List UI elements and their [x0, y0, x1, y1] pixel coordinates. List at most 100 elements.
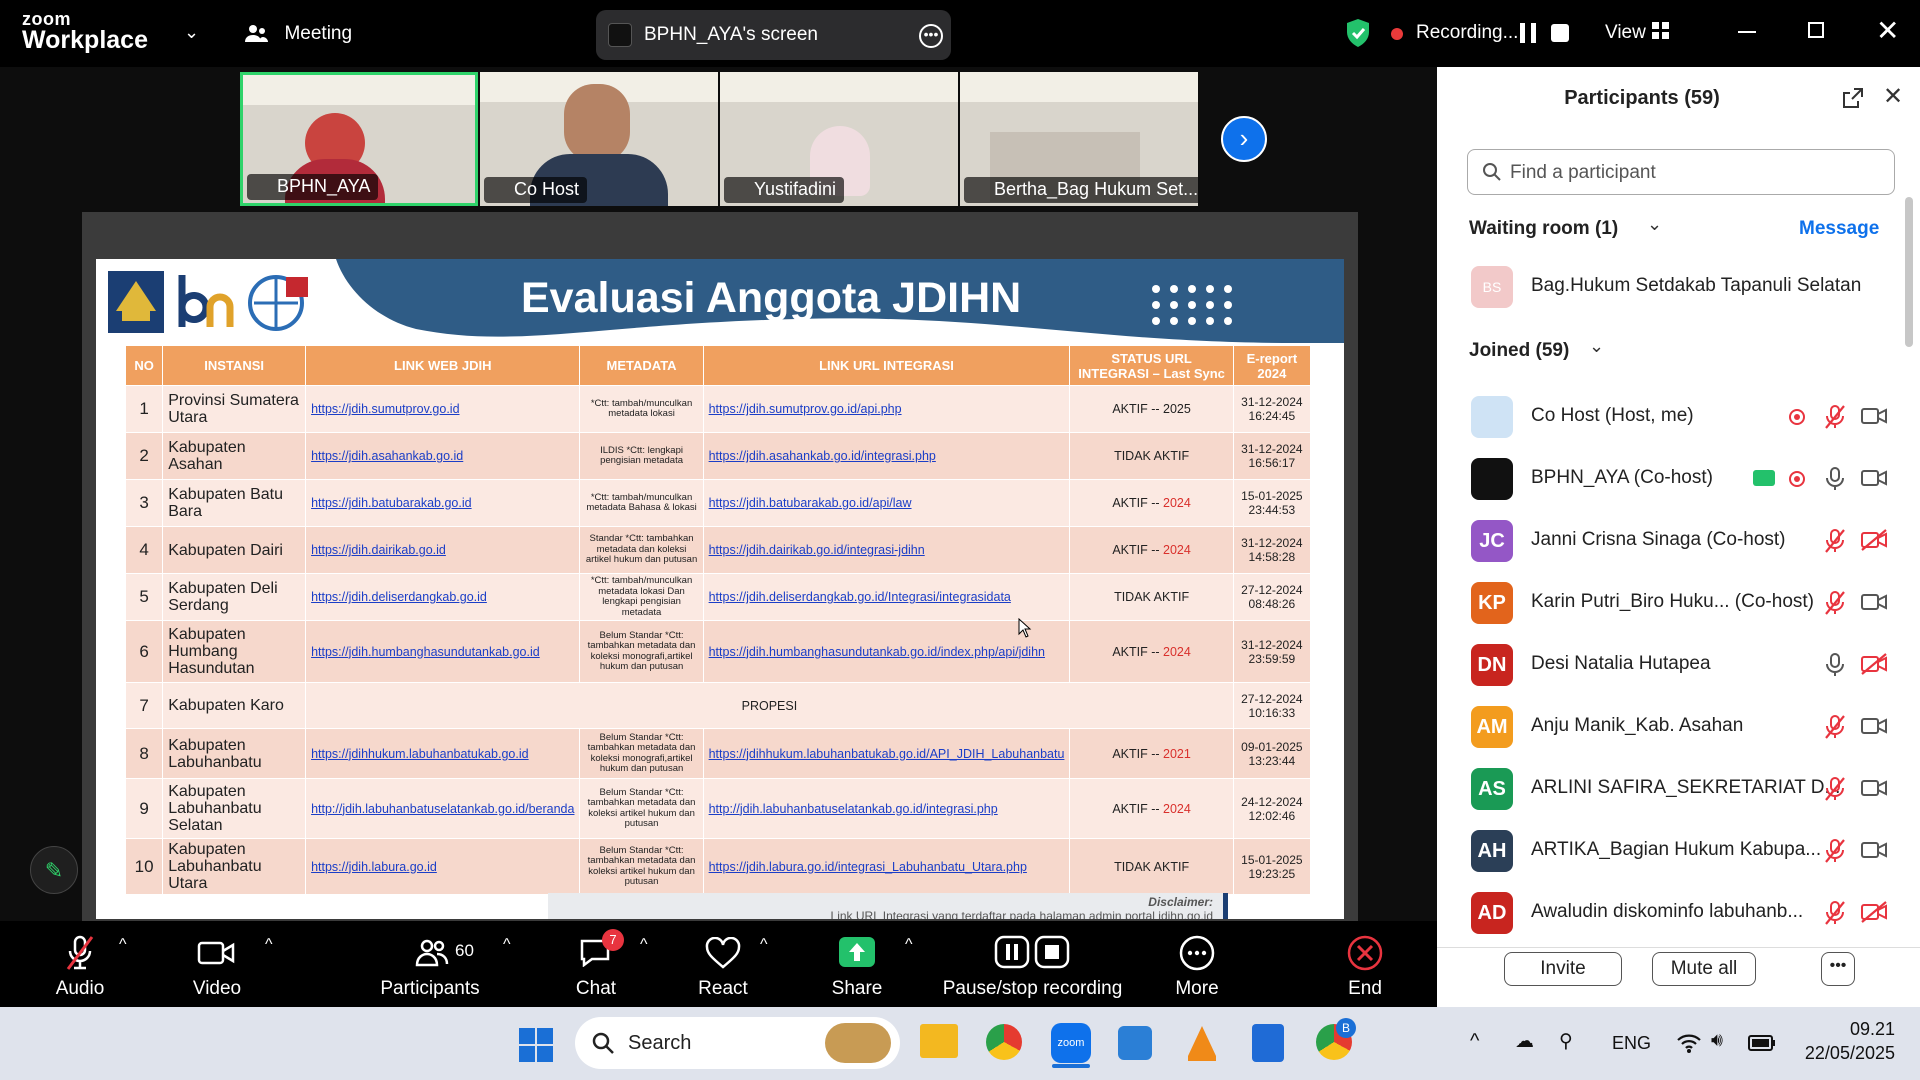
video-thumbnail[interactable]: Bertha_Bag Hukum Set... — [960, 72, 1198, 206]
video-camera-icon[interactable] — [1860, 590, 1888, 614]
end-button[interactable]: End — [1325, 921, 1405, 1007]
waiting-participant-row[interactable]: BS Bag.Hukum Setdakab Tapanuli Selatan — [1437, 256, 1907, 316]
video-camera-icon[interactable] — [1860, 776, 1888, 800]
stop-icon[interactable] — [1551, 24, 1569, 42]
chevron-up-icon[interactable]: ^ — [760, 936, 768, 954]
share-button[interactable]: Share — [817, 921, 897, 1007]
audio-button[interactable]: Audio — [40, 921, 120, 1007]
photos-icon[interactable] — [1118, 1026, 1152, 1060]
file-explorer-icon[interactable] — [920, 1024, 958, 1058]
shield-icon[interactable] — [1345, 18, 1371, 48]
col-header: INSTANSI — [162, 345, 307, 386]
chevron-up-icon[interactable]: ^ — [640, 936, 648, 954]
restore-icon[interactable] — [1808, 22, 1824, 38]
participant-row[interactable]: DN Desi Natalia Hutapea — [1437, 634, 1907, 694]
mic-muted-icon[interactable] — [1824, 590, 1846, 616]
table-row: 5 Kabupaten Deli Serdang https://jdih.de… — [124, 573, 1312, 621]
react-button[interactable]: React — [683, 921, 763, 1007]
video-camera-icon[interactable] — [1860, 404, 1888, 428]
participant-row[interactable]: Co Host (Host, me) — [1437, 386, 1907, 446]
participant-row[interactable]: JC Janni Crisna Sinaga (Co-host) — [1437, 510, 1907, 570]
participant-row[interactable]: KP Karin Putri_Biro Huku... (Co-host) — [1437, 572, 1907, 632]
chevron-up-icon[interactable]: ^ — [905, 936, 913, 954]
windows-start-icon[interactable] — [518, 1027, 554, 1063]
close-icon[interactable]: ✕ — [1876, 14, 1899, 47]
mic-muted-icon[interactable] — [1824, 528, 1846, 554]
meeting-menu[interactable]: Meeting — [244, 22, 352, 46]
battery-icon[interactable] — [1748, 1034, 1776, 1052]
cloud-offline-icon[interactable]: ☁ — [1515, 1030, 1534, 1053]
notepad-icon[interactable] — [1252, 1024, 1284, 1062]
mic-muted-icon[interactable] — [1824, 776, 1846, 802]
view-label[interactable]: View — [1605, 22, 1646, 44]
meeting-label: Meeting — [284, 23, 353, 44]
next-thumbnails-button[interactable]: › — [1221, 116, 1267, 162]
more-options-icon[interactable]: ••• — [919, 24, 943, 48]
video-camera-icon[interactable] — [1860, 466, 1888, 490]
video-thumbnail[interactable]: BPHN_AYA — [240, 72, 478, 206]
minimize-icon[interactable] — [1738, 31, 1756, 33]
vlc-icon[interactable] — [1184, 1024, 1220, 1062]
clock-date[interactable]: 22/05/2025 — [1780, 1043, 1895, 1064]
video-thumbnail[interactable]: Co Host — [480, 72, 718, 206]
mic-icon[interactable] — [1824, 652, 1846, 678]
zoom-taskbar-icon[interactable]: zoom — [1051, 1023, 1091, 1063]
popout-icon[interactable] — [1842, 87, 1864, 109]
volume-icon[interactable]: 🔊︎ — [1711, 1030, 1723, 1052]
invite-button[interactable]: Invite — [1504, 952, 1622, 986]
chevron-up-icon[interactable]: ^ — [503, 936, 511, 954]
status-text: AKTIF -- — [1112, 746, 1164, 761]
mic-muted-icon[interactable] — [1824, 838, 1846, 864]
mute-all-button[interactable]: Mute all — [1652, 952, 1756, 986]
clock-time[interactable]: 09.21 — [1800, 1019, 1895, 1040]
chevron-up-icon[interactable]: ^ — [119, 936, 127, 954]
annotate-pencil-icon[interactable]: ✎ — [30, 846, 78, 894]
mic-icon[interactable] — [1824, 466, 1846, 492]
chevron-down-icon[interactable]: ⌄ — [1647, 214, 1662, 235]
avatar: AD — [1471, 892, 1513, 934]
status-year: 2024 — [1163, 801, 1191, 816]
taskbar-search-box[interactable]: Search — [575, 1017, 900, 1069]
mic-muted-icon[interactable] — [1824, 714, 1846, 740]
video-camera-icon[interactable] — [1860, 714, 1888, 738]
language-indicator[interactable]: ENG — [1612, 1033, 1651, 1054]
recording-dot-icon — [1794, 414, 1800, 420]
chevron-up-icon[interactable]: ^ — [1470, 1030, 1479, 1053]
participant-row[interactable]: AH ARTIKA_Bagian Hukum Kabupa... — [1437, 820, 1907, 880]
mic-muted-icon[interactable] — [1824, 900, 1846, 926]
chrome-icon[interactable] — [986, 1024, 1022, 1060]
participant-row[interactable]: BPHN_AYA (Co-host) — [1437, 448, 1907, 508]
video-camera-icon[interactable] — [1860, 838, 1888, 862]
table-row: 8 Kabupaten Labuhanbatu https://jdihhuku… — [124, 728, 1312, 779]
language-bar-icon[interactable]: ⚲ — [1559, 1030, 1573, 1053]
waiting-room-header[interactable]: Waiting room (1) — [1469, 218, 1618, 240]
chevron-down-icon[interactable]: ⌄ — [184, 22, 199, 43]
participant-row[interactable]: AD Awaludin diskominfo labuhanb... — [1437, 882, 1907, 942]
joined-header[interactable]: Joined (59) — [1469, 340, 1569, 362]
more-options-icon[interactable]: ••• — [1821, 952, 1855, 986]
mic-muted-icon[interactable] — [1824, 404, 1846, 430]
scrollbar-thumb[interactable] — [1905, 197, 1913, 347]
close-panel-icon[interactable]: ✕ — [1883, 82, 1903, 111]
participants-button[interactable]: 60 Participants — [375, 921, 485, 1007]
recording-control-button[interactable]: Pause/stop recording — [940, 921, 1125, 1007]
screen-share-pill[interactable]: BPHN_AYA's screen ••• — [596, 10, 951, 60]
video-thumbnail[interactable]: Yustifadini — [720, 72, 958, 206]
chevron-down-icon[interactable]: ⌄ — [1589, 336, 1604, 357]
chat-button[interactable]: 7 Chat — [556, 921, 636, 1007]
video-off-icon[interactable] — [1860, 652, 1888, 676]
wifi-icon[interactable] — [1676, 1032, 1702, 1054]
grid-view-icon[interactable] — [1652, 22, 1670, 42]
participant-row[interactable]: AM Anju Manik_Kab. Asahan — [1437, 696, 1907, 756]
message-button[interactable]: Message — [1799, 218, 1879, 240]
avatar — [1471, 396, 1513, 438]
chevron-up-icon[interactable]: ^ — [265, 936, 273, 954]
video-off-icon[interactable] — [1860, 900, 1888, 924]
video-off-icon[interactable] — [1860, 528, 1888, 552]
video-button[interactable]: Video — [177, 921, 257, 1007]
participant-row[interactable]: AS ARLINI SAFIRA_SEKRETARIAT D... — [1437, 758, 1907, 818]
more-button[interactable]: More — [1157, 921, 1237, 1007]
row-status: AKTIF -- 2024 — [1069, 778, 1234, 839]
search-participant-field[interactable]: Find a participant — [1467, 149, 1895, 195]
pause-icon[interactable] — [1520, 23, 1536, 43]
